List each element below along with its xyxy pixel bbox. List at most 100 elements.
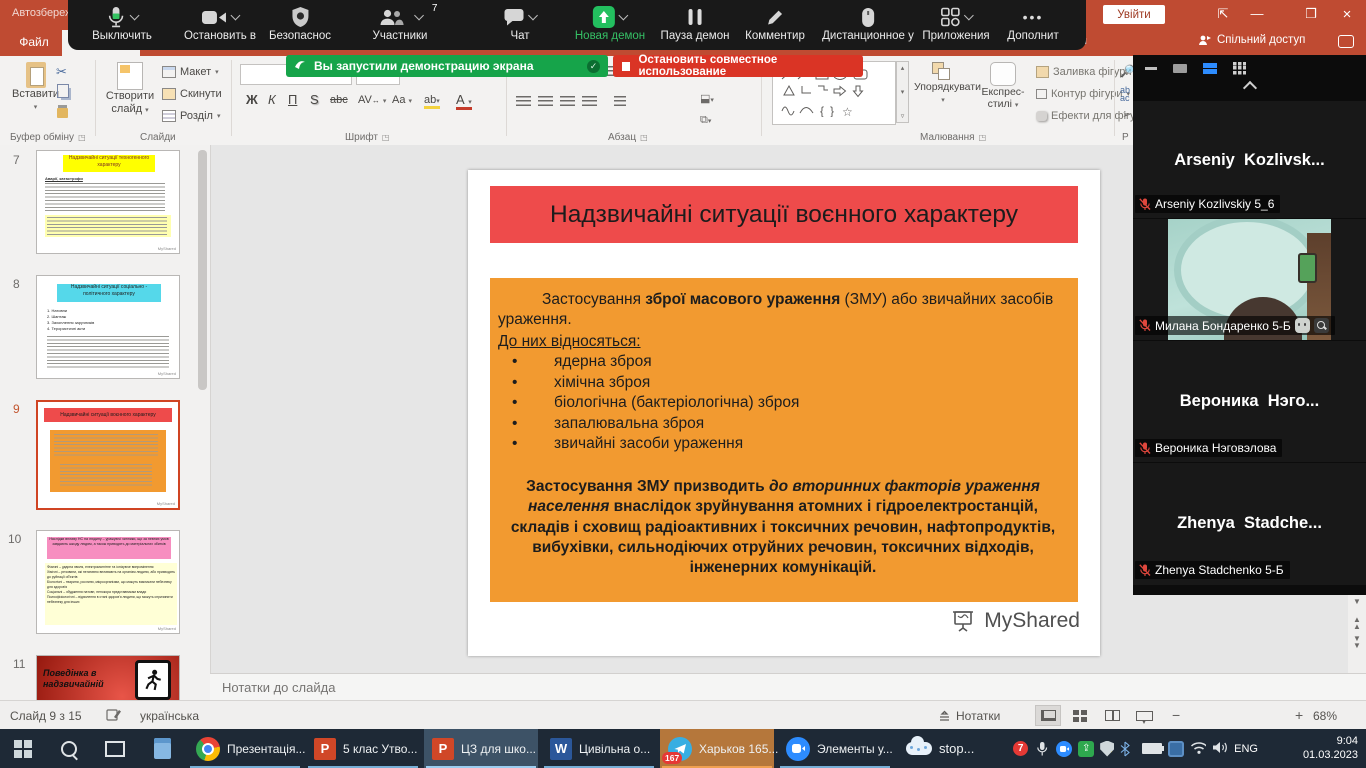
slide-thumbnail-11[interactable]: Поведінка в надзвичайній xyxy=(36,655,180,700)
taskbar-app-calculator[interactable] xyxy=(138,729,186,768)
font-dialog-launcher[interactable]: ◳ xyxy=(382,133,390,142)
tray-zoom-icon[interactable] xyxy=(1056,741,1072,757)
close-button[interactable]: × xyxy=(1336,6,1358,23)
next-slide-button[interactable]: ▼▼ xyxy=(1353,635,1361,649)
share-options-chevron[interactable] xyxy=(619,11,629,21)
font-color-button[interactable]: А ▾ xyxy=(456,92,472,110)
comments-icon[interactable] xyxy=(1338,35,1354,48)
participant-tile[interactable]: Zhenya Stadche... Zhenya Stadchenko 5-Б xyxy=(1133,462,1366,585)
tray-speaker-icon[interactable] xyxy=(1212,741,1228,757)
participants-options-chevron[interactable] xyxy=(414,11,424,21)
taskbar-app-chrome[interactable]: Презентація... xyxy=(188,729,302,768)
replace-icon[interactable]: abac xyxy=(1120,86,1130,102)
remote-control-button[interactable]: Дистанционное у xyxy=(822,5,914,42)
section-button[interactable]: Розділ▾ xyxy=(162,110,220,122)
paragraph-dialog-launcher[interactable]: ◳ xyxy=(640,133,648,142)
change-case-button[interactable]: Aa ▾ xyxy=(392,94,412,106)
reading-view-button[interactable] xyxy=(1099,705,1125,726)
annotate-button[interactable]: Комментир xyxy=(745,5,805,42)
minimize-panel-icon[interactable] xyxy=(1145,67,1157,70)
character-spacing-button[interactable]: AV↔ ▾ xyxy=(358,94,386,106)
slide-body[interactable]: Застосування зброї масового ураження (ЗМ… xyxy=(490,278,1078,602)
notes-toggle-button[interactable]: Нотатки xyxy=(938,709,1000,723)
format-painter-icon[interactable] xyxy=(57,108,68,118)
new-share-button[interactable]: Новая демон xyxy=(575,5,645,42)
taskbar-app-telegram-attention[interactable]: 167 Харьков 165... xyxy=(660,729,774,768)
stop-share-button[interactable]: Остановить совместное использование xyxy=(613,55,863,77)
ribbon-display-options-icon[interactable]: ⇱ xyxy=(1212,6,1234,22)
tray-app-icon[interactable] xyxy=(1168,741,1184,757)
zoom-out-button[interactable]: − xyxy=(1172,707,1180,723)
mute-options-chevron[interactable] xyxy=(130,11,140,21)
tray-bluetooth-icon[interactable] xyxy=(1120,741,1136,757)
speaker-view-icon[interactable] xyxy=(1173,64,1187,73)
new-slide-button[interactable]: Створити слайд ▾ xyxy=(102,62,158,115)
slide-sorter-view-button[interactable] xyxy=(1067,705,1093,726)
drawing-dialog-launcher[interactable]: ◳ xyxy=(979,133,987,142)
tab-file[interactable]: Файл xyxy=(8,28,60,56)
slide-indicator[interactable]: Слайд 9 з 15 xyxy=(10,709,82,723)
spellcheck-icon[interactable] xyxy=(106,708,122,722)
taskbar-app-powerpoint-2-active[interactable]: P ЦЗ для шко... xyxy=(424,729,538,768)
slide-thumbnail-8[interactable]: Надзвичайні ситуації соціально - політич… xyxy=(36,275,180,379)
copy-icon[interactable] xyxy=(57,84,69,98)
tray-microphone-icon[interactable] xyxy=(1034,741,1050,757)
sign-in-button[interactable]: Увійти xyxy=(1103,5,1165,24)
video-options-chevron[interactable] xyxy=(230,11,240,21)
current-slide[interactable]: Надзвичайні ситуації воєнного характеру … xyxy=(468,170,1100,656)
tray-screenshare-icon[interactable]: ⇪ xyxy=(1078,741,1094,757)
participant-tile[interactable]: Arseniy Kozlivsk... Arseniy Kozlivskiy 5… xyxy=(1133,100,1366,219)
layout-button[interactable]: Макет▾ xyxy=(162,66,219,78)
shape-outline-button[interactable]: Контур фігури▾ xyxy=(1036,88,1130,100)
task-view-button[interactable] xyxy=(92,729,138,768)
highlight-color-button[interactable]: ab▾ xyxy=(424,94,440,109)
security-button[interactable]: Безопаснос xyxy=(269,5,331,42)
slide-thumbnail-9-selected[interactable]: Надзвичайні ситуації воєнного характеру … xyxy=(36,400,180,510)
stop-video-button[interactable]: Остановить в xyxy=(184,5,256,42)
arrange-button[interactable]: Упорядкувати▾ xyxy=(914,62,972,105)
previous-slide-button[interactable]: ▲▲ xyxy=(1353,616,1361,630)
participant-tile[interactable]: Вероника Нэго... Вероника Нэговэлова xyxy=(1133,340,1366,463)
mute-button[interactable]: Выключить xyxy=(92,5,152,42)
keyboard-language-indicator[interactable]: ENG xyxy=(1234,743,1258,755)
gallery-view-icon[interactable] xyxy=(1203,63,1217,74)
quick-styles-button[interactable]: Експрес-стилі ▾ xyxy=(976,62,1030,110)
apps-options-chevron[interactable] xyxy=(964,11,974,21)
zoom-percent[interactable]: 68% xyxy=(1313,709,1337,723)
pause-share-button[interactable]: Пауза демон xyxy=(661,5,730,42)
restore-button[interactable]: ❒ xyxy=(1300,6,1322,22)
chat-button[interactable]: Чат xyxy=(504,5,537,42)
chat-options-chevron[interactable] xyxy=(528,11,538,21)
align-center-button[interactable] xyxy=(538,96,553,107)
text-shadow-button[interactable]: S xyxy=(310,92,319,107)
normal-view-button[interactable] xyxy=(1035,705,1061,726)
search-button[interactable] xyxy=(46,729,92,768)
start-button[interactable] xyxy=(0,729,46,768)
italic-button[interactable]: К xyxy=(268,92,276,107)
notes-panel[interactable]: Нотатки до слайда xyxy=(210,673,1366,701)
underline-button[interactable]: П xyxy=(288,92,297,107)
weather-widget[interactable]: stop... xyxy=(898,729,1008,768)
slide-thumbnail-7[interactable]: Надзвичайні ситуації техногенного характ… xyxy=(36,150,180,254)
tray-wifi-icon[interactable] xyxy=(1190,741,1206,757)
thumbnail-scrollbar[interactable] xyxy=(198,150,207,390)
align-text-button[interactable]: ⬓▾ xyxy=(700,92,714,105)
select-cursor-icon[interactable]: ➢ xyxy=(1122,108,1131,121)
participants-button[interactable]: 7 Участники xyxy=(373,5,428,42)
collapse-panel-chevron[interactable] xyxy=(1242,81,1256,95)
apps-button[interactable]: Приложения xyxy=(922,5,989,42)
paste-button[interactable]: Вставити▾ xyxy=(12,62,59,112)
taskbar-clock[interactable]: 9:04 01.03.2023 xyxy=(1303,734,1358,762)
slideshow-button[interactable] xyxy=(1131,705,1157,726)
tray-security-shield-icon[interactable] xyxy=(1100,741,1114,757)
language-indicator[interactable]: українська xyxy=(140,709,199,723)
taskbar-app-powerpoint-1[interactable]: P 5 клас Утво... xyxy=(306,729,420,768)
taskbar-app-zoom[interactable]: Элементы у... xyxy=(778,729,892,768)
smartart-button[interactable]: ⧉▾ xyxy=(700,114,711,127)
grid-view-icon[interactable] xyxy=(1233,62,1246,75)
zoom-in-button[interactable]: + xyxy=(1295,707,1303,723)
reset-button[interactable]: Скинути xyxy=(162,88,222,100)
taskbar-app-word[interactable]: W Цивільна о... xyxy=(542,729,656,768)
columns-button[interactable] xyxy=(614,96,626,107)
notification-badge-icon[interactable]: 7 xyxy=(1013,741,1028,756)
